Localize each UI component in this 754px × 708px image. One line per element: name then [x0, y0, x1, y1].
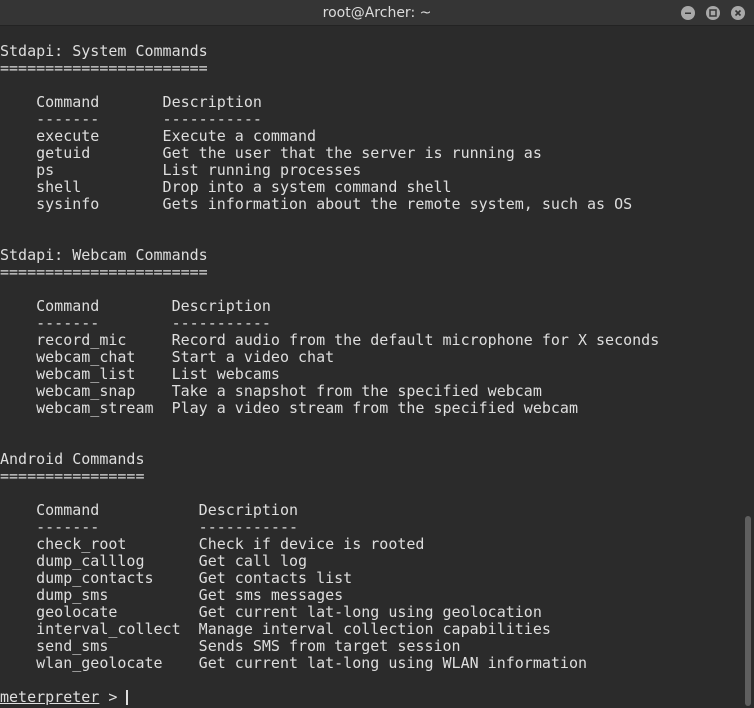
close-button[interactable]: [731, 6, 745, 20]
command-row: getuid Get the user that the server is r…: [0, 144, 542, 162]
command-row: webcam_snap Take a snapshot from the spe…: [0, 382, 542, 400]
command-row: interval_collect Manage interval collect…: [0, 620, 551, 638]
terminal-output[interactable]: Stdapi: System Commands =================…: [0, 26, 742, 708]
command-row: dump_sms Get sms messages: [0, 586, 344, 604]
command-row: wlan_geolocate Get current lat-long usin…: [0, 654, 587, 672]
section-underline: ================: [0, 467, 145, 485]
command-row: sysinfo Gets information about the remot…: [0, 195, 633, 213]
column-header: Command Description: [0, 297, 271, 315]
command-row: webcam_chat Start a video chat: [0, 348, 335, 366]
command-row: execute Execute a command: [0, 127, 317, 145]
command-row: check_root Check if device is rooted: [0, 535, 425, 553]
column-header: Command Description: [0, 501, 299, 519]
command-row: webcam_list List webcams: [0, 365, 280, 383]
section-underline: =======================: [0, 59, 208, 77]
command-row: webcam_stream Play a video stream from t…: [0, 399, 578, 417]
title-bar[interactable]: root@Archer: ~: [0, 0, 754, 26]
command-row: send_sms Sends SMS from target session: [0, 637, 461, 655]
command-row: dump_calllog Get call log: [0, 552, 308, 570]
column-rule: ------- -----------: [0, 314, 271, 332]
text-cursor: [126, 690, 129, 705]
maximize-button[interactable]: [706, 6, 720, 20]
prompt-suffix: >: [99, 688, 127, 706]
command-row: geolocate Get current lat-long using geo…: [0, 603, 542, 621]
window-title: root@Archer: ~: [322, 5, 432, 21]
column-rule: ------- -----------: [0, 518, 299, 536]
maximize-icon: [709, 9, 717, 17]
section-underline: =======================: [0, 263, 208, 281]
scrollbar[interactable]: [742, 26, 754, 708]
section-heading-webcam: Stdapi: Webcam Commands: [0, 246, 208, 264]
command-prompt[interactable]: meterpreter >: [0, 689, 742, 706]
command-row: shell Drop into a system command shell: [0, 178, 452, 196]
section-heading-system: Stdapi: System Commands: [0, 42, 208, 60]
scrollbar-thumb[interactable]: [745, 516, 751, 706]
prompt-label: meterpreter: [0, 688, 100, 706]
command-row: dump_contacts Get contacts list: [0, 569, 353, 587]
column-rule: ------- -----------: [0, 110, 262, 128]
command-row: record_mic Record audio from the default…: [0, 331, 660, 349]
command-row: ps List running processes: [0, 161, 362, 179]
terminal-window: root@Archer: ~ Stdapi: System Commands ==…: [0, 0, 754, 708]
section-heading-android: Android Commands: [0, 450, 145, 468]
column-header: Command Description: [0, 93, 262, 111]
minimize-icon: [685, 12, 691, 14]
minimize-button[interactable]: [681, 6, 695, 20]
close-icon: [734, 9, 742, 17]
